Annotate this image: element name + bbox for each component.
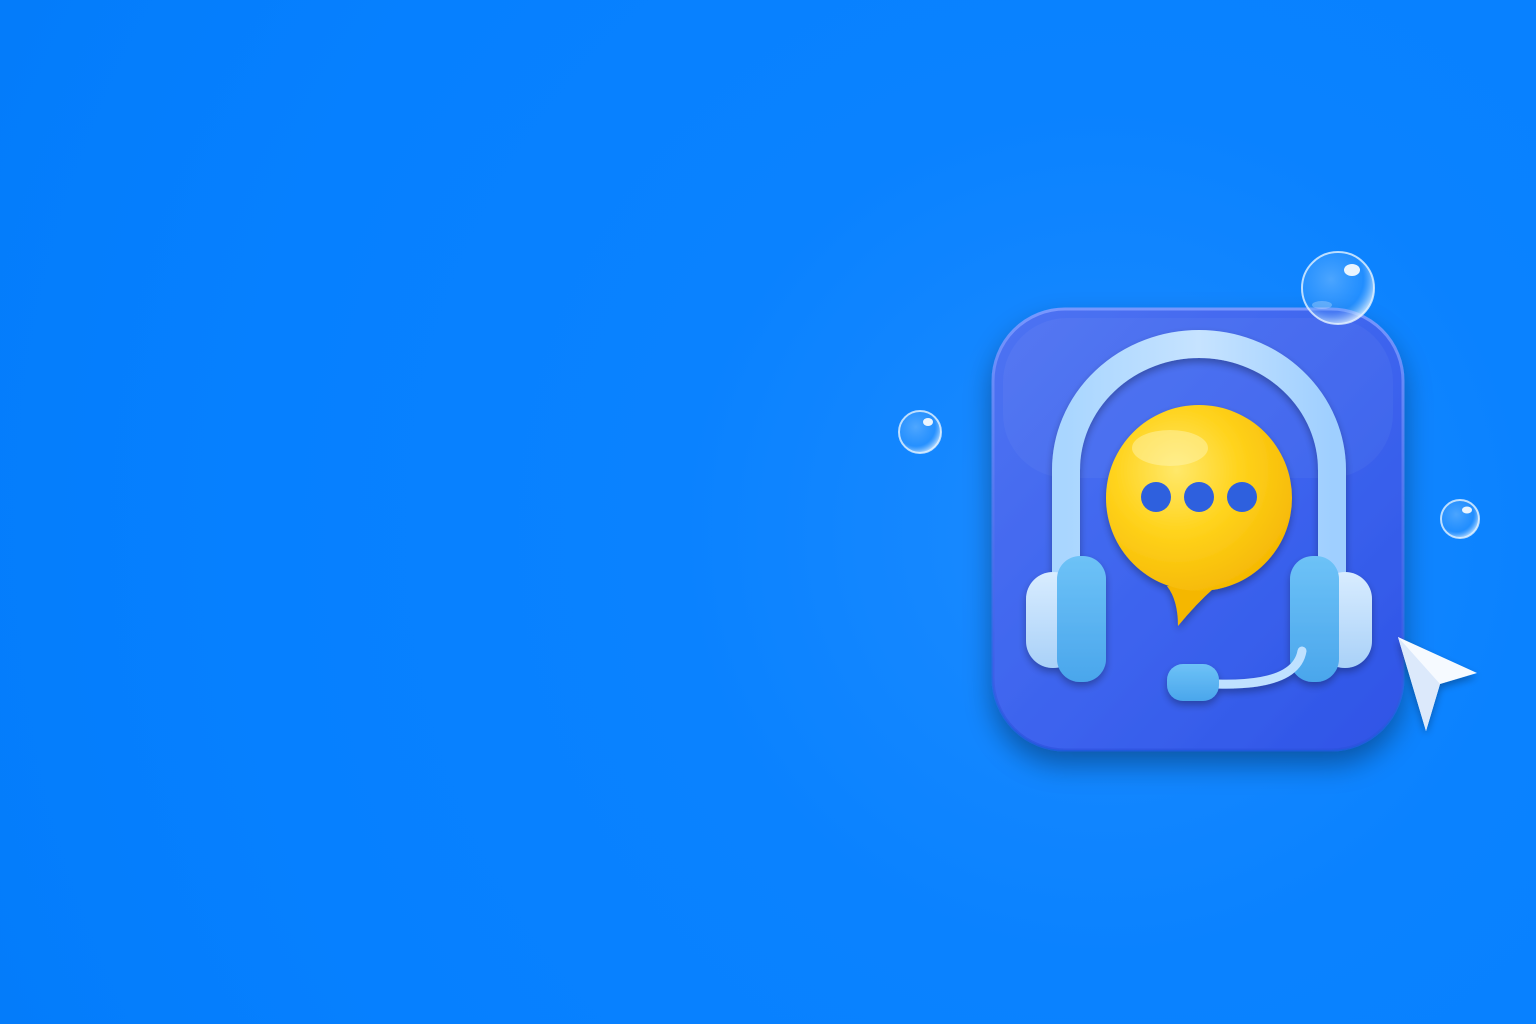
water-droplet-icon — [1301, 251, 1375, 325]
microphone-tip — [1167, 664, 1219, 701]
background — [0, 0, 1536, 1024]
typing-dots-icon — [1141, 482, 1257, 512]
water-droplet-icon — [898, 410, 942, 454]
pointer-arrow-icon — [1398, 637, 1477, 731]
water-droplet-icon — [1440, 499, 1480, 539]
illustration — [898, 251, 1480, 752]
left-ear-cup — [1057, 556, 1106, 682]
